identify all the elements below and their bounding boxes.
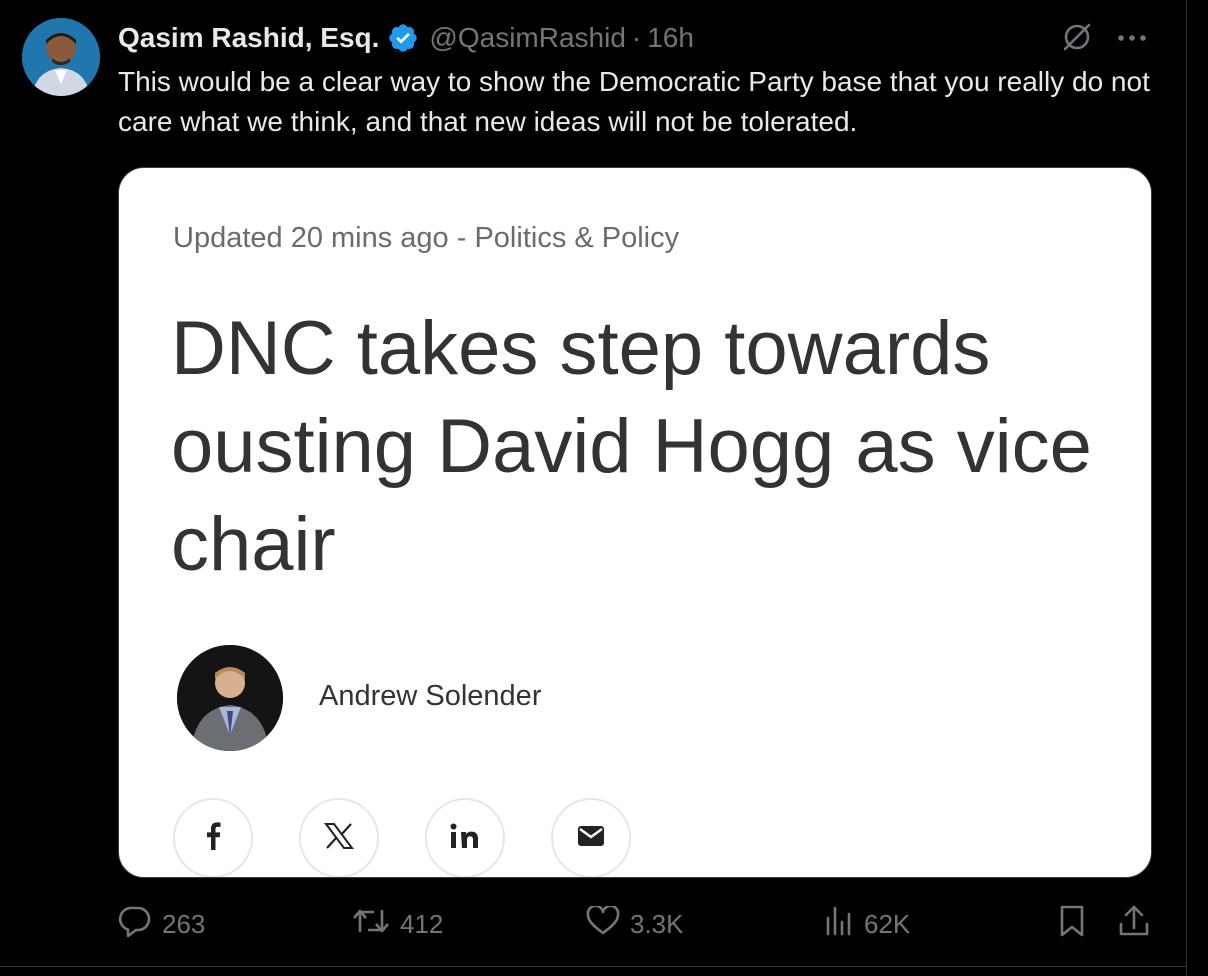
author-avatar[interactable] xyxy=(22,18,100,96)
like-button[interactable]: 3.3K xyxy=(586,902,684,946)
verified-badge-icon xyxy=(387,22,419,54)
more-options-icon[interactable] xyxy=(1116,31,1148,49)
facebook-icon xyxy=(205,821,221,855)
share-icon xyxy=(1118,904,1160,945)
linkedin-icon xyxy=(450,823,480,854)
tweet: Qasim Rashid, Esq. @QasimRashid · 16h Th xyxy=(0,0,1208,976)
views-count: 62K xyxy=(864,908,911,939)
article-author-name: Andrew Solender xyxy=(319,680,542,712)
tweet-header: Qasim Rashid, Esq. @QasimRashid · 16h xyxy=(118,18,694,58)
share-facebook-button[interactable] xyxy=(173,798,253,877)
reply-icon xyxy=(118,905,162,944)
share-button[interactable] xyxy=(1118,902,1160,946)
column-border xyxy=(1186,0,1187,976)
share-x-button[interactable] xyxy=(299,798,379,877)
separator-dot: · xyxy=(631,22,642,53)
share-linkedin-button[interactable] xyxy=(425,798,505,877)
views-icon xyxy=(824,906,864,943)
card-meta: Updated 20 mins ago - Politics & Policy xyxy=(173,222,680,254)
author-name[interactable]: Qasim Rashid, Esq. xyxy=(118,22,379,54)
bookmark-icon xyxy=(1058,904,1096,945)
bookmark-button[interactable] xyxy=(1058,902,1096,946)
tweet-actions: 263 412 3.3K 62K xyxy=(118,902,1158,946)
grok-icon[interactable] xyxy=(1060,20,1094,59)
tweet-time[interactable]: 16h xyxy=(647,22,694,54)
card-headline[interactable]: DNC takes step towards ousting David Hog… xyxy=(171,300,1131,594)
share-email-button[interactable] xyxy=(551,798,631,877)
like-count: 3.3K xyxy=(630,908,684,939)
heart-icon xyxy=(586,904,630,943)
author-handle[interactable]: @QasimRashid xyxy=(429,22,625,54)
repost-button[interactable]: 412 xyxy=(352,902,443,946)
repost-count: 412 xyxy=(400,908,444,939)
article-author-photo xyxy=(177,645,283,751)
tweet-divider xyxy=(0,966,1186,967)
reply-count: 263 xyxy=(162,908,206,939)
tweet-text: This would be a clear way to show the De… xyxy=(118,66,1150,137)
link-card[interactable]: Updated 20 mins ago - Politics & Policy … xyxy=(118,167,1152,878)
mail-icon xyxy=(577,825,605,852)
reply-button[interactable]: 263 xyxy=(118,902,205,946)
views-button[interactable]: 62K xyxy=(824,902,910,946)
header-icons xyxy=(1060,20,1148,59)
x-icon xyxy=(324,822,354,855)
repost-icon xyxy=(352,906,400,943)
